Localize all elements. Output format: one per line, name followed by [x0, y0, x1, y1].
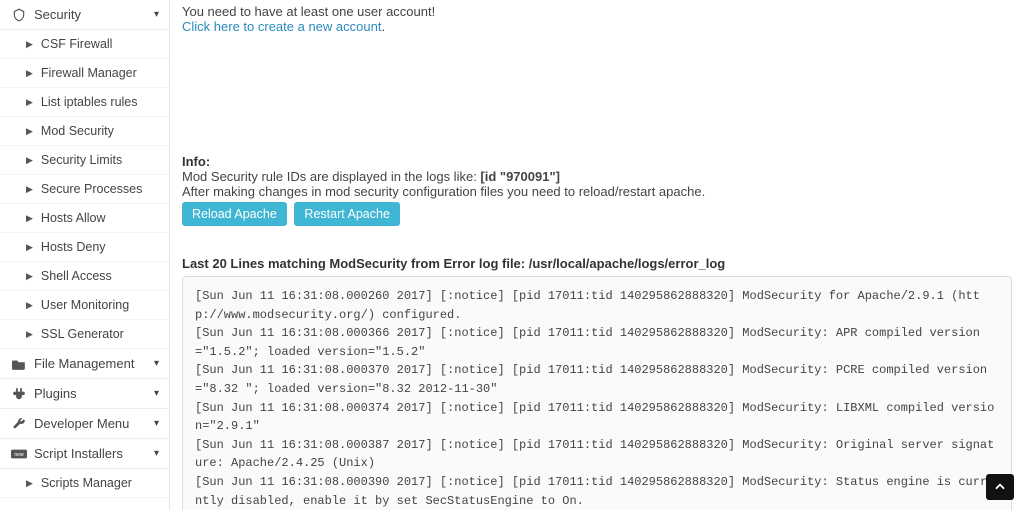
plug-icon: [10, 387, 28, 401]
sidebar-item-list-iptables[interactable]: ▶ List iptables rules: [0, 88, 169, 117]
chevron-down-icon: ▾: [154, 388, 159, 399]
info-reload-note: After making changes in mod security con…: [182, 184, 1012, 199]
chevron-down-icon: ▾: [154, 358, 159, 369]
sidebar-item-secure-processes[interactable]: ▶ Secure Processes: [0, 175, 169, 204]
no-user-warning: You need to have at least one user accou…: [182, 0, 1012, 34]
sidebar-item-hosts-allow[interactable]: ▶ Hosts Allow: [0, 204, 169, 233]
sidebar-item-label: Hosts Allow: [41, 211, 106, 225]
sidebar-item-security[interactable]: Security ▾: [0, 0, 169, 30]
sidebar-item-label: Mod Security: [41, 124, 114, 138]
reload-apache-button[interactable]: Reload Apache: [182, 202, 287, 226]
caret-right-icon: ▶: [26, 213, 33, 224]
caret-right-icon: ▶: [26, 68, 33, 79]
info-rule-id-line: Mod Security rule IDs are displayed in t…: [182, 169, 1012, 184]
sidebar-item-label: User Monitoring: [41, 298, 129, 312]
sidebar-item-label: File Management: [34, 356, 134, 371]
caret-right-icon: ▶: [26, 155, 33, 166]
caret-right-icon: ▶: [26, 329, 33, 340]
sidebar-item-label: CSF Firewall: [41, 37, 113, 51]
caret-right-icon: ▶: [26, 478, 33, 489]
sidebar-item-label: Developer Menu: [34, 416, 129, 431]
sidebar-item-firewall-manager[interactable]: ▶ Firewall Manager: [0, 59, 169, 88]
sidebar-item-label: Firewall Manager: [41, 66, 137, 80]
caret-right-icon: ▶: [26, 300, 33, 311]
main-content: You need to have at least one user accou…: [170, 0, 1024, 510]
sidebar-item-label: List iptables rules: [41, 95, 138, 109]
warning-text: You need to have at least one user accou…: [182, 4, 435, 19]
sidebar-item-user-monitoring[interactable]: ▶ User Monitoring: [0, 291, 169, 320]
scroll-to-top-button[interactable]: [986, 474, 1014, 500]
sidebar-item-ssl-generator[interactable]: ▶ SSL Generator: [0, 320, 169, 349]
wrench-icon: [10, 417, 28, 431]
shield-icon: [10, 8, 28, 22]
caret-right-icon: ▶: [26, 184, 33, 195]
folder-icon: [10, 358, 28, 370]
sidebar-item-label: Shell Access: [41, 269, 112, 283]
info-block: Info: Mod Security rule IDs are displaye…: [182, 154, 1012, 226]
info-label: Info:: [182, 154, 1012, 169]
svg-text:new: new: [14, 452, 24, 458]
sidebar-item-script-installers[interactable]: new Script Installers ▾: [0, 439, 169, 469]
sidebar-item-csf-firewall[interactable]: ▶ CSF Firewall: [0, 30, 169, 59]
log-output: [Sun Jun 11 16:31:08.000260 2017] [:noti…: [182, 276, 1012, 510]
restart-apache-button[interactable]: Restart Apache: [294, 202, 399, 226]
sidebar-item-label: Script Installers: [34, 446, 123, 461]
sidebar-item-label: Security: [34, 7, 81, 22]
caret-right-icon: ▶: [26, 242, 33, 253]
chevron-down-icon: ▾: [154, 448, 159, 459]
sidebar-item-scripts-manager[interactable]: ▶ Scripts Manager: [0, 469, 169, 498]
sidebar-item-mod-security[interactable]: ▶ Mod Security: [0, 117, 169, 146]
caret-right-icon: ▶: [26, 271, 33, 282]
sidebar-item-label: Security Limits: [41, 153, 122, 167]
caret-right-icon: ▶: [26, 39, 33, 50]
chevron-up-icon: [993, 480, 1007, 494]
sidebar-item-label: SSL Generator: [41, 327, 124, 341]
sidebar: Security ▾ ▶ CSF Firewall ▶ Firewall Manag…: [0, 0, 170, 510]
caret-right-icon: ▶: [26, 97, 33, 108]
sidebar-item-file-management[interactable]: File Management ▾: [0, 349, 169, 379]
log-section: Last 20 Lines matching ModSecurity from …: [182, 256, 1012, 510]
new-badge-icon: new: [10, 449, 28, 459]
sidebar-item-security-limits[interactable]: ▶ Security Limits: [0, 146, 169, 175]
chevron-down-icon: ▾: [154, 418, 159, 429]
create-account-link[interactable]: Click here to create a new account: [182, 19, 381, 34]
caret-right-icon: ▶: [26, 126, 33, 137]
log-title: Last 20 Lines matching ModSecurity from …: [182, 256, 1012, 271]
sidebar-item-hosts-deny[interactable]: ▶ Hosts Deny: [0, 233, 169, 262]
rule-id-example: [id "970091"]: [480, 169, 560, 184]
chevron-down-icon: ▾: [154, 9, 159, 20]
sidebar-item-label: Secure Processes: [41, 182, 142, 196]
sidebar-item-label: Scripts Manager: [41, 476, 132, 490]
sidebar-item-label: Plugins: [34, 386, 77, 401]
sidebar-item-shell-access[interactable]: ▶ Shell Access: [0, 262, 169, 291]
sidebar-item-plugins[interactable]: Plugins ▾: [0, 379, 169, 409]
sidebar-item-label: Hosts Deny: [41, 240, 106, 254]
sidebar-item-developer-menu[interactable]: Developer Menu ▾: [0, 409, 169, 439]
